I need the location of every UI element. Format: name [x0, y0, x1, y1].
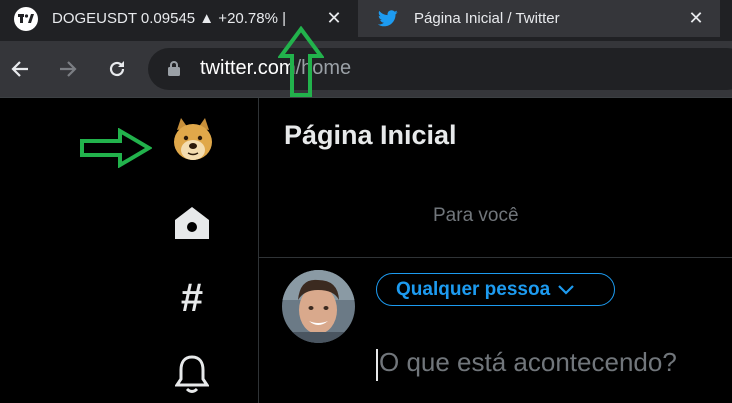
tab-title: Página Inicial / Twitter	[414, 10, 560, 27]
doge-avatar-icon[interactable]	[171, 116, 215, 164]
tradingview-logo-icon	[14, 6, 38, 31]
twitter-bird-icon	[378, 10, 398, 27]
tab-strip: DOGEUSDT 0.09545 ▲ +20.78% | ✕ Página In…	[0, 0, 732, 41]
browser-toolbar: twitter.com/home	[0, 41, 732, 97]
tab-title: DOGEUSDT 0.09545 ▲ +20.78% |	[52, 10, 287, 27]
forward-arrow-icon[interactable]	[56, 57, 80, 81]
column-divider	[258, 98, 259, 403]
chevron-down-icon	[558, 284, 574, 295]
compose-placeholder: O que está acontecendo?	[379, 347, 677, 377]
close-icon[interactable]: ✕	[684, 8, 708, 29]
user-avatar[interactable]	[282, 270, 355, 343]
notifications-bell-icon[interactable]	[172, 353, 212, 395]
explore-hashtag-icon[interactable]: #	[172, 276, 212, 320]
tab-twitter[interactable]: Página Inicial / Twitter ✕	[358, 0, 720, 37]
tab-for-you[interactable]: Para você	[433, 205, 519, 227]
page-title: Página Inicial	[284, 120, 457, 150]
lock-icon	[168, 61, 180, 81]
home-icon[interactable]	[172, 203, 212, 243]
url-text: twitter.com/home	[200, 57, 351, 80]
text-cursor	[376, 349, 378, 381]
back-arrow-icon[interactable]	[8, 57, 32, 81]
audience-selector[interactable]: Qualquer pessoa	[376, 273, 615, 306]
close-icon[interactable]: ✕	[322, 8, 346, 29]
address-bar[interactable]: twitter.com/home	[148, 48, 732, 90]
reload-icon[interactable]	[105, 57, 129, 81]
tweet-compose-field[interactable]: O que está acontecendo?	[376, 345, 732, 385]
header-divider	[259, 257, 732, 258]
up-arrow-annotation-icon	[277, 25, 325, 103]
right-arrow-annotation-icon	[80, 127, 153, 173]
audience-label: Qualquer pessoa	[396, 278, 551, 300]
